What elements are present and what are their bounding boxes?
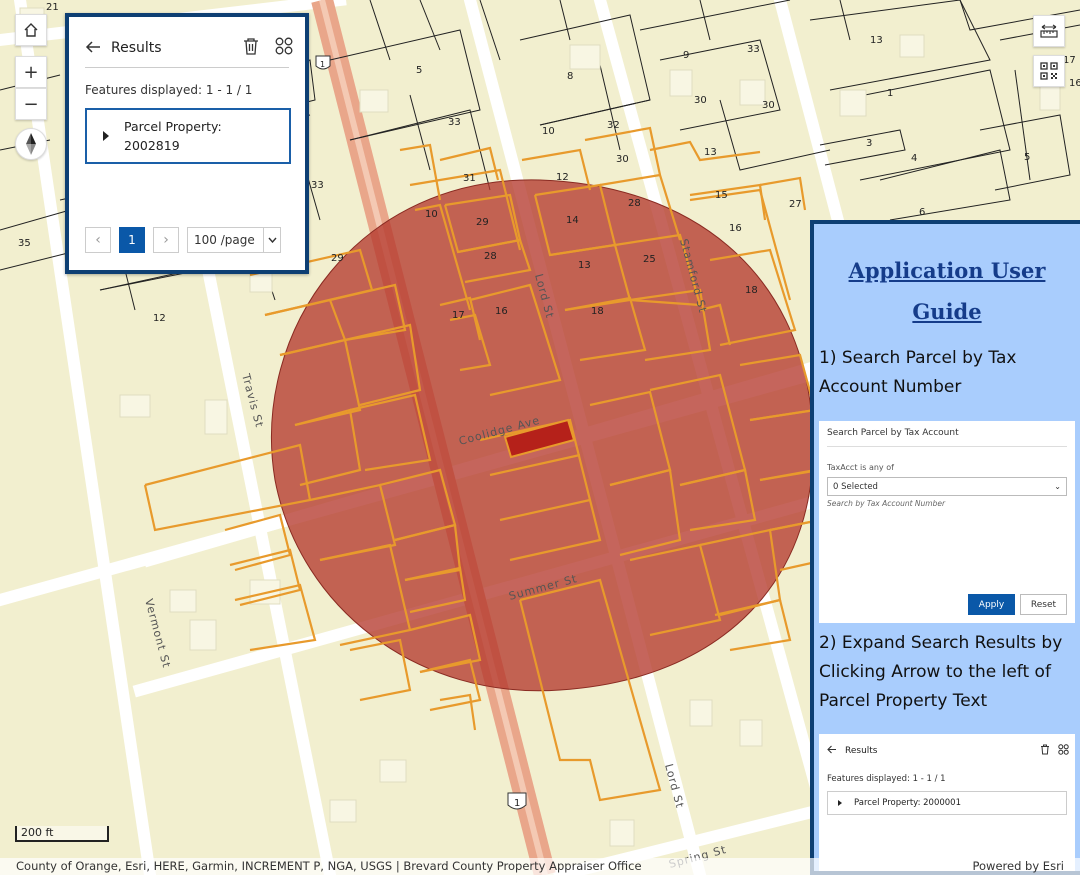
grid-view-icon bbox=[1058, 744, 1069, 758]
svg-text:12: 12 bbox=[153, 313, 166, 324]
results-panel: Results Features displayed: 1 - 1 / 1 Pa… bbox=[65, 13, 309, 274]
shot-select: 0 Selected ⌄ bbox=[827, 477, 1067, 496]
svg-text:18: 18 bbox=[591, 306, 604, 317]
trash-icon[interactable] bbox=[243, 37, 259, 59]
shot-results-header: Results bbox=[827, 744, 1069, 758]
powered-by-link[interactable]: Powered by Esri bbox=[973, 858, 1065, 875]
svg-text:6: 6 bbox=[919, 207, 925, 218]
pagination: ‹ 1 › 100 /page bbox=[85, 227, 281, 253]
svg-text:1: 1 bbox=[887, 88, 893, 99]
svg-text:8: 8 bbox=[567, 71, 573, 82]
guide-screenshot-results: Results Features displayed: 1 - 1 / 1 Pa… bbox=[819, 734, 1075, 871]
guide-step-2: 2) Expand Search Results by Clicking Arr… bbox=[819, 633, 1063, 711]
svg-text:30: 30 bbox=[616, 154, 629, 165]
svg-text:27: 27 bbox=[789, 199, 802, 210]
page-size-select[interactable]: 100 /page bbox=[187, 227, 281, 253]
expand-caret-icon bbox=[838, 800, 842, 806]
svg-text:13: 13 bbox=[870, 35, 883, 46]
back-arrow-icon bbox=[827, 745, 837, 757]
svg-text:18: 18 bbox=[745, 285, 758, 296]
attribution-text: County of Orange, Esri, HERE, Garmin, IN… bbox=[16, 859, 642, 873]
svg-text:9: 9 bbox=[683, 50, 689, 61]
svg-text:30: 30 bbox=[762, 100, 775, 111]
svg-text:5: 5 bbox=[416, 65, 422, 76]
svg-text:16: 16 bbox=[1069, 78, 1080, 89]
shot-result-item-label: Parcel Property: 2000001 bbox=[854, 798, 961, 808]
highway-shield-south: 1 bbox=[507, 792, 527, 810]
page-size-value: 100 /page bbox=[194, 233, 255, 247]
result-item-label: Parcel Property: 2002819 bbox=[124, 119, 222, 153]
results-title: Results bbox=[111, 40, 162, 56]
shot-results-title: Results bbox=[845, 746, 878, 756]
compass-icon bbox=[24, 132, 38, 156]
scale-bar: 200 ft bbox=[15, 826, 109, 842]
svg-text:3: 3 bbox=[866, 138, 872, 149]
guide-title: Application User Guide bbox=[848, 258, 1046, 324]
svg-text:28: 28 bbox=[628, 198, 641, 209]
home-button[interactable] bbox=[15, 14, 47, 46]
home-icon bbox=[23, 22, 39, 38]
features-count: Features displayed: 1 - 1 / 1 bbox=[85, 83, 253, 97]
shot-hint: Search by Tax Account Number bbox=[827, 499, 946, 508]
qr-code-button[interactable] bbox=[1033, 55, 1065, 87]
svg-text:21: 21 bbox=[46, 2, 59, 13]
svg-text:30: 30 bbox=[694, 95, 707, 106]
svg-text:12: 12 bbox=[556, 172, 569, 183]
compass-button[interactable] bbox=[15, 128, 47, 160]
svg-text:17: 17 bbox=[452, 310, 465, 321]
svg-text:4: 4 bbox=[911, 153, 917, 164]
result-item[interactable]: Parcel Property: 2002819 bbox=[85, 108, 291, 164]
attribution-bar: County of Orange, Esri, HERE, Garmin, IN… bbox=[0, 858, 1080, 875]
highway-shield-north: 1 bbox=[315, 55, 331, 70]
svg-text:1: 1 bbox=[320, 60, 325, 69]
shot-results-count: Features displayed: 1 - 1 / 1 bbox=[827, 774, 946, 784]
grid-view-icon[interactable] bbox=[275, 37, 293, 59]
svg-text:31: 31 bbox=[463, 173, 476, 184]
svg-text:15: 15 bbox=[715, 190, 728, 201]
divider bbox=[85, 67, 289, 68]
shot-search-title: Search Parcel by Tax Account bbox=[827, 428, 959, 438]
svg-text:28: 28 bbox=[484, 251, 497, 262]
chevron-down-icon bbox=[263, 228, 280, 252]
svg-text:13: 13 bbox=[578, 260, 591, 271]
divider bbox=[827, 446, 1067, 447]
svg-text:14: 14 bbox=[566, 215, 579, 226]
zoom-out-button[interactable]: − bbox=[15, 88, 47, 120]
user-guide-panel: Application User Guide 1) Search Parcel … bbox=[810, 220, 1080, 875]
svg-text:16: 16 bbox=[729, 223, 742, 234]
svg-text:10: 10 bbox=[542, 126, 555, 137]
guide-step-1: 1) Search Parcel by Tax Account Number bbox=[819, 348, 1017, 397]
svg-text:29: 29 bbox=[331, 253, 344, 264]
next-page-button[interactable]: › bbox=[153, 227, 179, 253]
svg-text:25: 25 bbox=[643, 254, 656, 265]
qr-code-icon bbox=[1040, 62, 1058, 80]
results-header: Results bbox=[85, 37, 293, 59]
svg-text:33: 33 bbox=[747, 44, 760, 55]
svg-text:29: 29 bbox=[476, 217, 489, 228]
svg-text:5: 5 bbox=[1024, 152, 1030, 163]
svg-text:33: 33 bbox=[311, 180, 324, 191]
svg-text:32: 32 bbox=[607, 120, 620, 131]
shot-apply-button: Apply bbox=[968, 594, 1015, 615]
svg-text:16: 16 bbox=[495, 306, 508, 317]
shot-result-item: Parcel Property: 2000001 bbox=[827, 791, 1067, 815]
measure-icon bbox=[1040, 24, 1058, 38]
trash-icon bbox=[1040, 744, 1050, 758]
guide-screenshot-search: Search Parcel by Tax Account TaxAcct is … bbox=[819, 421, 1075, 623]
page-number-button[interactable]: 1 bbox=[119, 227, 145, 253]
chevron-down-icon: ⌄ bbox=[1054, 482, 1061, 491]
shot-field-label: TaxAcct is any of bbox=[827, 463, 894, 472]
svg-text:33: 33 bbox=[448, 117, 461, 128]
shot-select-value: 0 Selected bbox=[833, 481, 878, 492]
expand-caret-icon[interactable] bbox=[103, 131, 109, 141]
prev-page-button[interactable]: ‹ bbox=[85, 227, 111, 253]
svg-text:13: 13 bbox=[704, 147, 717, 158]
svg-text:1: 1 bbox=[514, 798, 520, 809]
back-arrow-icon[interactable] bbox=[85, 39, 101, 58]
zoom-in-button[interactable]: + bbox=[15, 56, 47, 88]
svg-text:10: 10 bbox=[425, 209, 438, 220]
measure-button[interactable] bbox=[1033, 15, 1065, 47]
shot-reset-button: Reset bbox=[1020, 594, 1067, 615]
svg-text:35: 35 bbox=[18, 238, 31, 249]
